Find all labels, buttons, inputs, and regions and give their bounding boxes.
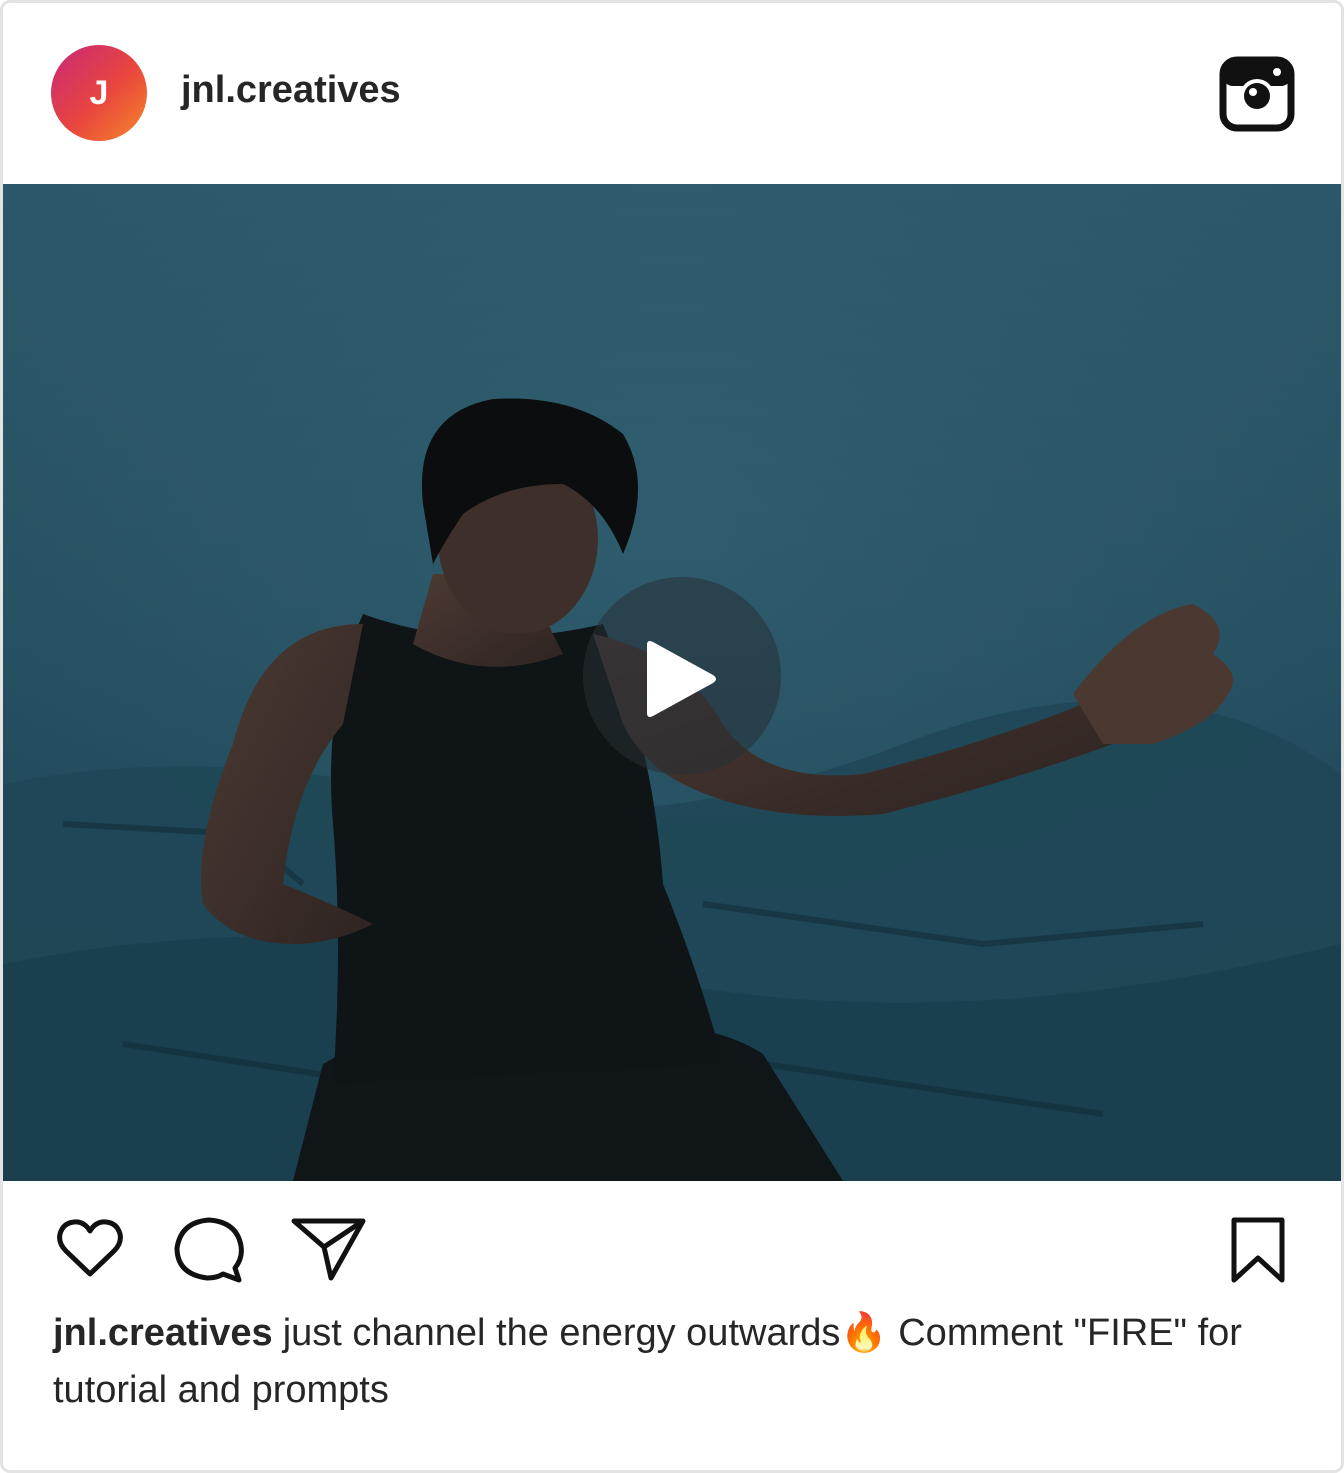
play-button[interactable] [583,577,781,775]
avatar[interactable]: J [51,45,147,141]
post-header: J jnl.creatives [3,3,1341,184]
bookmark-icon[interactable] [1229,1216,1287,1284]
share-icon[interactable] [291,1216,367,1282]
post-video[interactable] [3,184,1341,1181]
heart-icon[interactable] [56,1218,124,1280]
avatar-initial: J [89,73,109,112]
instagram-icon[interactable] [1219,56,1295,132]
post-caption: jnl.creatives just channel the energy out… [53,1305,1303,1419]
caption-username[interactable]: jnl.creatives [53,1312,273,1354]
comment-icon[interactable] [173,1216,245,1284]
post-card: J jnl.creatives jnl.creatives just chann… [0,0,1344,1473]
post-username[interactable]: jnl.creatives [181,69,401,112]
play-icon [647,641,716,717]
post-actions [3,1181,1341,1301]
